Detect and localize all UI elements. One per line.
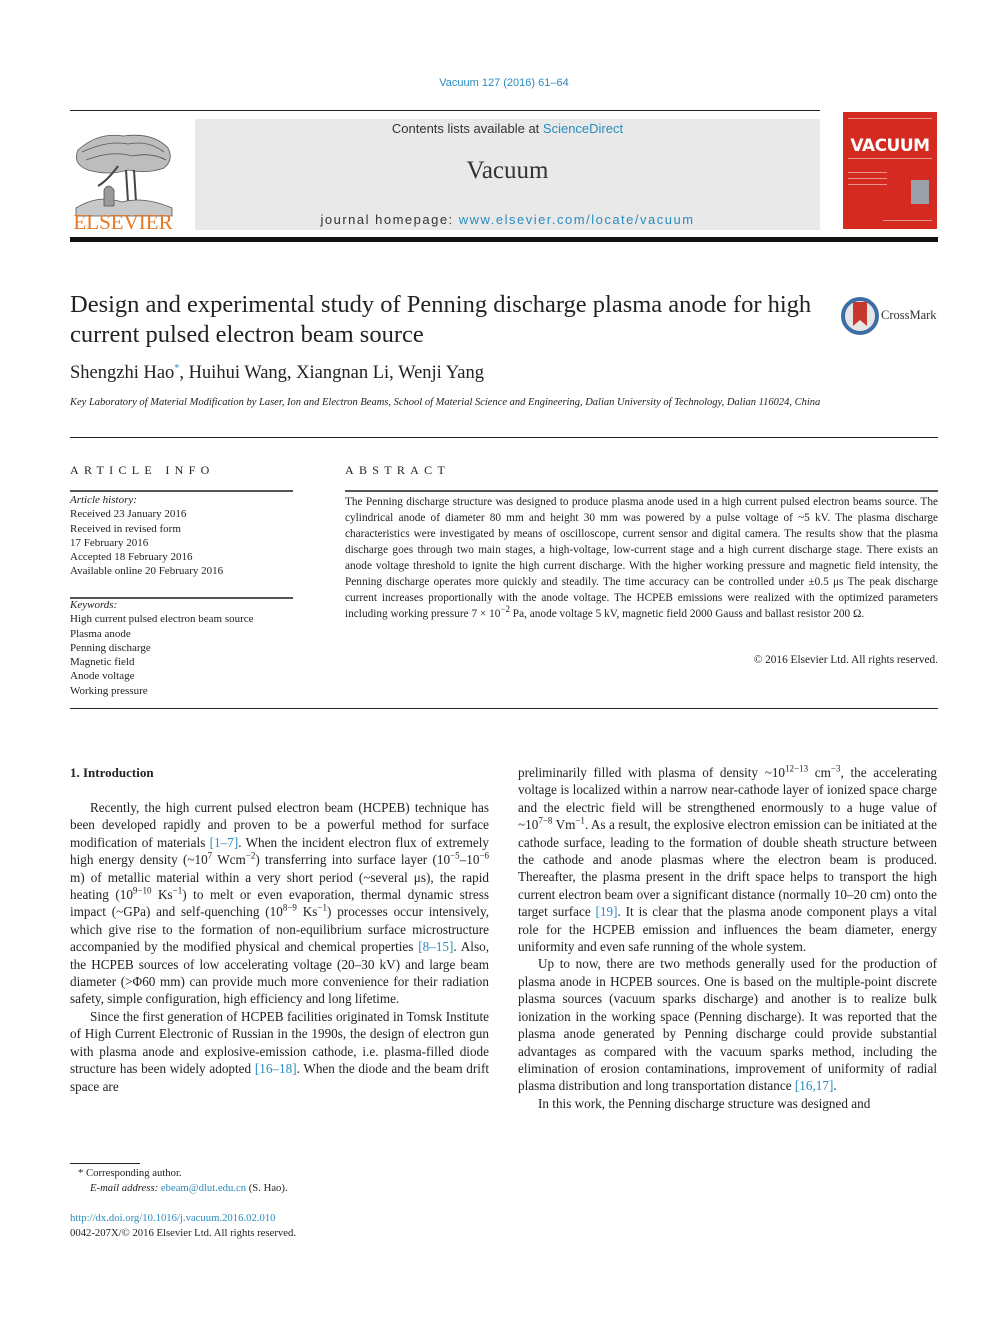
keyword-item: Magnetic field (70, 656, 135, 669)
doi-link[interactable]: http://dx.doi.org/10.1016/j.vacuum.2016.… (70, 1212, 276, 1224)
abstract-text-part: The Penning discharge structure was desi… (345, 496, 938, 620)
superscript: −1 (575, 815, 585, 826)
abstract-rule (345, 490, 938, 492)
superscript: −1 (172, 885, 183, 896)
superscript: −2 (245, 850, 256, 861)
cover-decor-line (848, 172, 887, 173)
text: Ks (296, 904, 318, 920)
contents-prefix: Contents lists available at (391, 121, 543, 136)
abstract-text: The Penning discharge structure was desi… (345, 494, 938, 622)
cover-title: VACUUM (850, 136, 930, 156)
homepage-prefix: journal homepage: (320, 212, 459, 227)
paragraph: In this work, the Penning discharge stru… (538, 1095, 871, 1111)
email-label: E-mail address: (90, 1182, 161, 1194)
text: Ks (151, 887, 173, 903)
history-item: Received in revised form (70, 522, 181, 535)
history-item: 17 February 2016 (70, 536, 149, 549)
header-rule (70, 110, 820, 111)
article-history: Article history: Received 23 January 201… (70, 493, 223, 579)
section-heading-introduction: 1. Introduction (70, 765, 154, 780)
article-info-rule (70, 490, 293, 492)
keywords-label: Keywords: (70, 599, 118, 611)
history-item: Received 23 January 2016 (70, 508, 187, 521)
affiliation: Key Laboratory of Material Modification … (70, 397, 821, 408)
paragraph: Since the first generation of HCPEB faci… (70, 1008, 489, 1095)
doi-block: http://dx.doi.org/10.1016/j.vacuum.2016.… (70, 1211, 296, 1241)
body-column-left: Recently, the high current pulsed electr… (70, 799, 489, 1095)
superscript: −1 (317, 903, 327, 914)
history-item: Accepted 18 February 2016 (70, 551, 193, 564)
reference-link[interactable]: [16–18] (255, 1061, 297, 1076)
text: Vm (552, 817, 576, 833)
crossmark-label[interactable]: CrossMark (881, 308, 937, 323)
paragraph: Recently, the high current pulsed electr… (70, 799, 489, 1008)
contents-line: Contents lists available at ScienceDirec… (195, 121, 820, 136)
email-suffix: (S. Hao). (246, 1182, 288, 1194)
article-title: Design and experimental study of Penning… (70, 291, 812, 348)
section-rule (70, 708, 938, 709)
body-column-right: preliminarily filled with plasma of dens… (518, 764, 937, 1112)
text: cm (808, 765, 831, 780)
journal-name: Vacuum (466, 157, 549, 184)
superscript: 9−10 (132, 885, 152, 896)
reference-link[interactable]: [8–15] (418, 939, 453, 954)
text: . (833, 1078, 837, 1094)
header-thick-rule (70, 237, 938, 242)
cover-decor-line (848, 184, 887, 185)
text: ) transferring into surface layer (10 (255, 852, 451, 868)
sciencedirect-link[interactable]: ScienceDirect (543, 121, 623, 136)
journal-citation-link[interactable]: Vacuum 127 (2016) 61–64 (0, 77, 992, 89)
reference-link[interactable]: [16,17] (795, 1078, 833, 1093)
text: Up to now, there are two methods general… (518, 956, 937, 1094)
cover-decor-line (883, 220, 932, 221)
keyword-item: High current pulsed electron beam source (70, 613, 254, 626)
superscript: 8−9 (282, 903, 297, 914)
author-name[interactable]: Shengzhi Hao (70, 363, 174, 383)
superscript: −3 (830, 763, 841, 774)
author-list: Shengzhi Hao*, Huihui Wang, Xiangnan Li,… (70, 363, 484, 384)
text: Wcm (212, 852, 246, 868)
abstract-heading: ABSTRACT (345, 463, 451, 477)
keyword-item: Working pressure (70, 684, 148, 697)
corresponding-author-note: * Corresponding author. (78, 1167, 182, 1179)
superscript: −6 (479, 850, 489, 861)
keyword-item: Anode voltage (70, 670, 135, 683)
email-line: E-mail address: ebeam@dlut.edu.cn (S. Ha… (78, 1181, 288, 1196)
cover-photo (911, 180, 929, 204)
cover-decor-line (848, 158, 932, 159)
abstract-copyright: © 2016 Elsevier Ltd. All rights reserved… (753, 654, 938, 666)
journal-homepage-link[interactable]: www.elsevier.com/locate/vacuum (459, 212, 695, 227)
paragraph: preliminarily filled with plasma of dens… (518, 764, 937, 955)
issn-copyright: 0042-207X/© 2016 Elsevier Ltd. All right… (70, 1227, 296, 1239)
reference-link[interactable]: [19] (596, 904, 618, 919)
abstract-text-part: Pa, anode voltage 5 kV, magnetic field 2… (509, 608, 865, 620)
history-item: Available online 20 February 2016 (70, 565, 224, 578)
footnote: * Corresponding author. E-mail address: … (78, 1166, 288, 1196)
cover-decor-line (848, 178, 887, 179)
section-rule (70, 437, 938, 438)
text: preliminarily filled with plasma of dens… (518, 765, 786, 780)
email-link[interactable]: ebeam@dlut.edu.cn (161, 1182, 246, 1194)
keyword-item: Penning discharge (70, 641, 151, 654)
elsevier-logo-text: ELSEVIER (73, 210, 173, 234)
footnote-rule (70, 1163, 140, 1164)
abstract-exponent: −2 (500, 604, 510, 615)
keywords: Keywords: High current pulsed electron b… (70, 598, 254, 698)
article-info-heading: ARTICLE INFO (70, 463, 215, 477)
cover-decor-line (848, 118, 932, 119)
journal-homepage-line: journal homepage: www.elsevier.com/locat… (195, 212, 820, 227)
keyword-item: Plasma anode (70, 627, 131, 640)
superscript: −5 (450, 850, 460, 861)
other-authors: , Huihui Wang, Xiangnan Li, Wenji Yang (179, 363, 484, 383)
article-history-label: Article history: (70, 494, 137, 506)
paragraph: Up to now, there are two methods general… (518, 955, 937, 1094)
text: –10 (459, 852, 480, 868)
superscript: 7−8 (538, 815, 553, 826)
journal-cover-image: VACUUM (843, 112, 937, 229)
reference-link[interactable]: [1–7] (210, 835, 239, 850)
superscript: 12−13 (785, 763, 809, 774)
